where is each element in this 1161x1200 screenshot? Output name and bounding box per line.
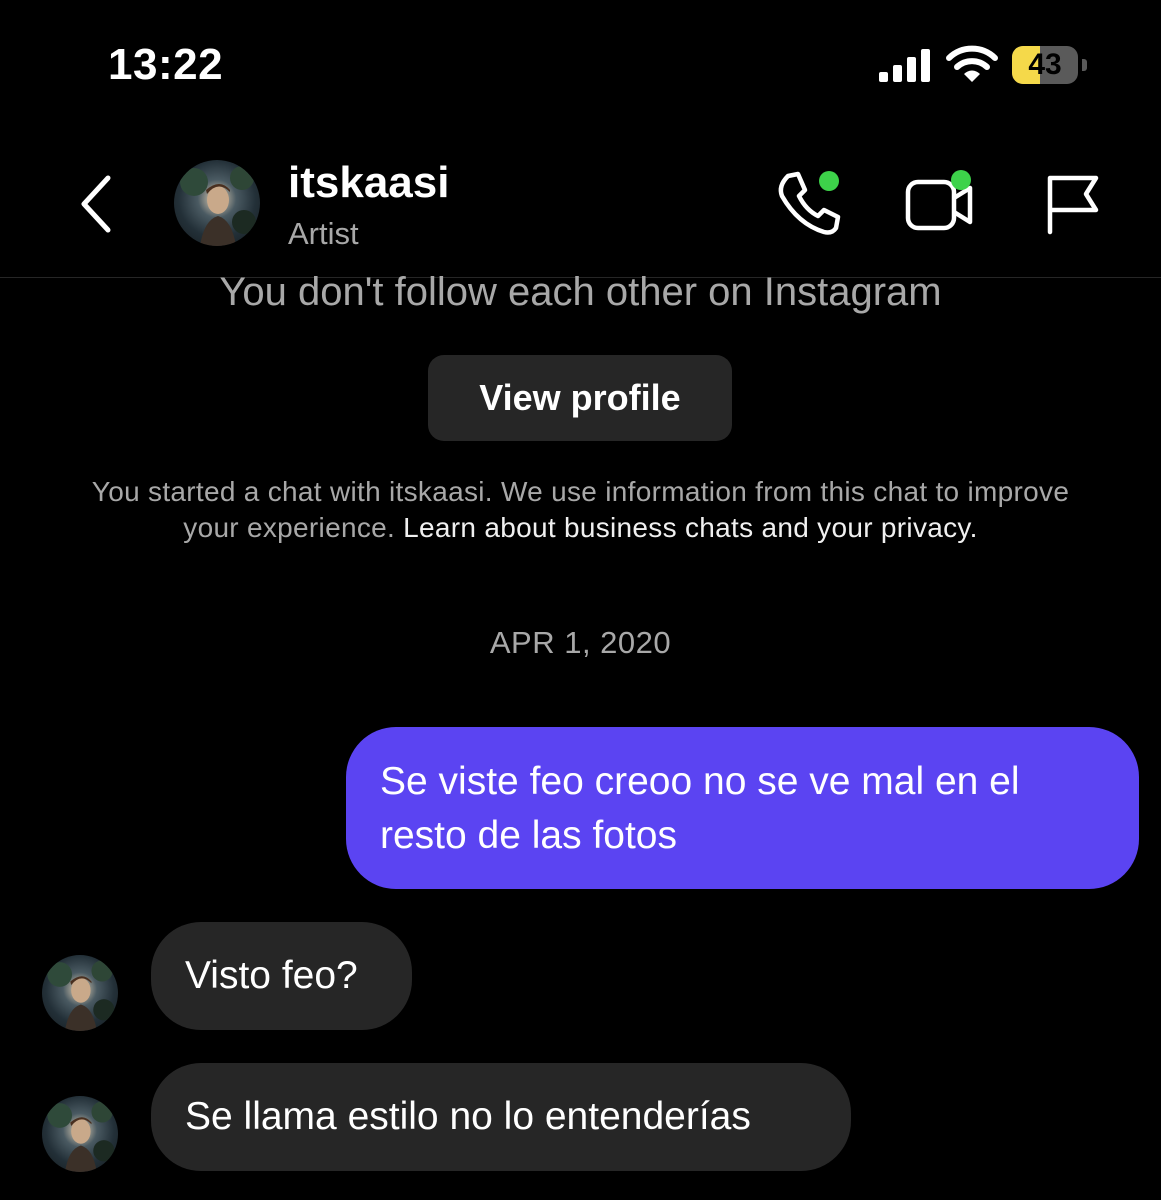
avatar[interactable]	[174, 160, 260, 246]
chat-info-text: You started a chat with itskaasi. We use…	[60, 474, 1101, 546]
wifi-icon	[946, 44, 998, 84]
avatar[interactable]	[42, 1096, 118, 1172]
avatar[interactable]	[42, 955, 118, 1031]
incoming-message[interactable]: Se llama estilo no lo entenderías	[151, 1063, 851, 1171]
flag-icon[interactable]	[1042, 170, 1102, 236]
battery-icon: 43	[1012, 46, 1090, 86]
outgoing-message[interactable]: Se viste feo creoo no se ve mal en el re…	[346, 727, 1139, 889]
video-camera-icon[interactable]	[902, 168, 978, 238]
status-time: 13:22	[108, 40, 224, 89]
phone-icon[interactable]	[774, 168, 844, 238]
user-subtitle: Artist	[288, 216, 359, 251]
signal-icon	[878, 48, 934, 82]
username[interactable]: itskaasi	[288, 158, 449, 208]
privacy-link[interactable]: Learn about business chats and your priv…	[403, 512, 978, 543]
follow-status-note: You don't follow each other on Instagram	[219, 270, 942, 314]
view-profile-button[interactable]: View profile	[428, 355, 732, 441]
date-separator: APR 1, 2020	[489, 625, 672, 660]
incoming-message[interactable]: Visto feo?	[151, 922, 412, 1030]
battery-level: 43	[1028, 48, 1062, 81]
back-chevron-icon[interactable]	[78, 174, 118, 234]
